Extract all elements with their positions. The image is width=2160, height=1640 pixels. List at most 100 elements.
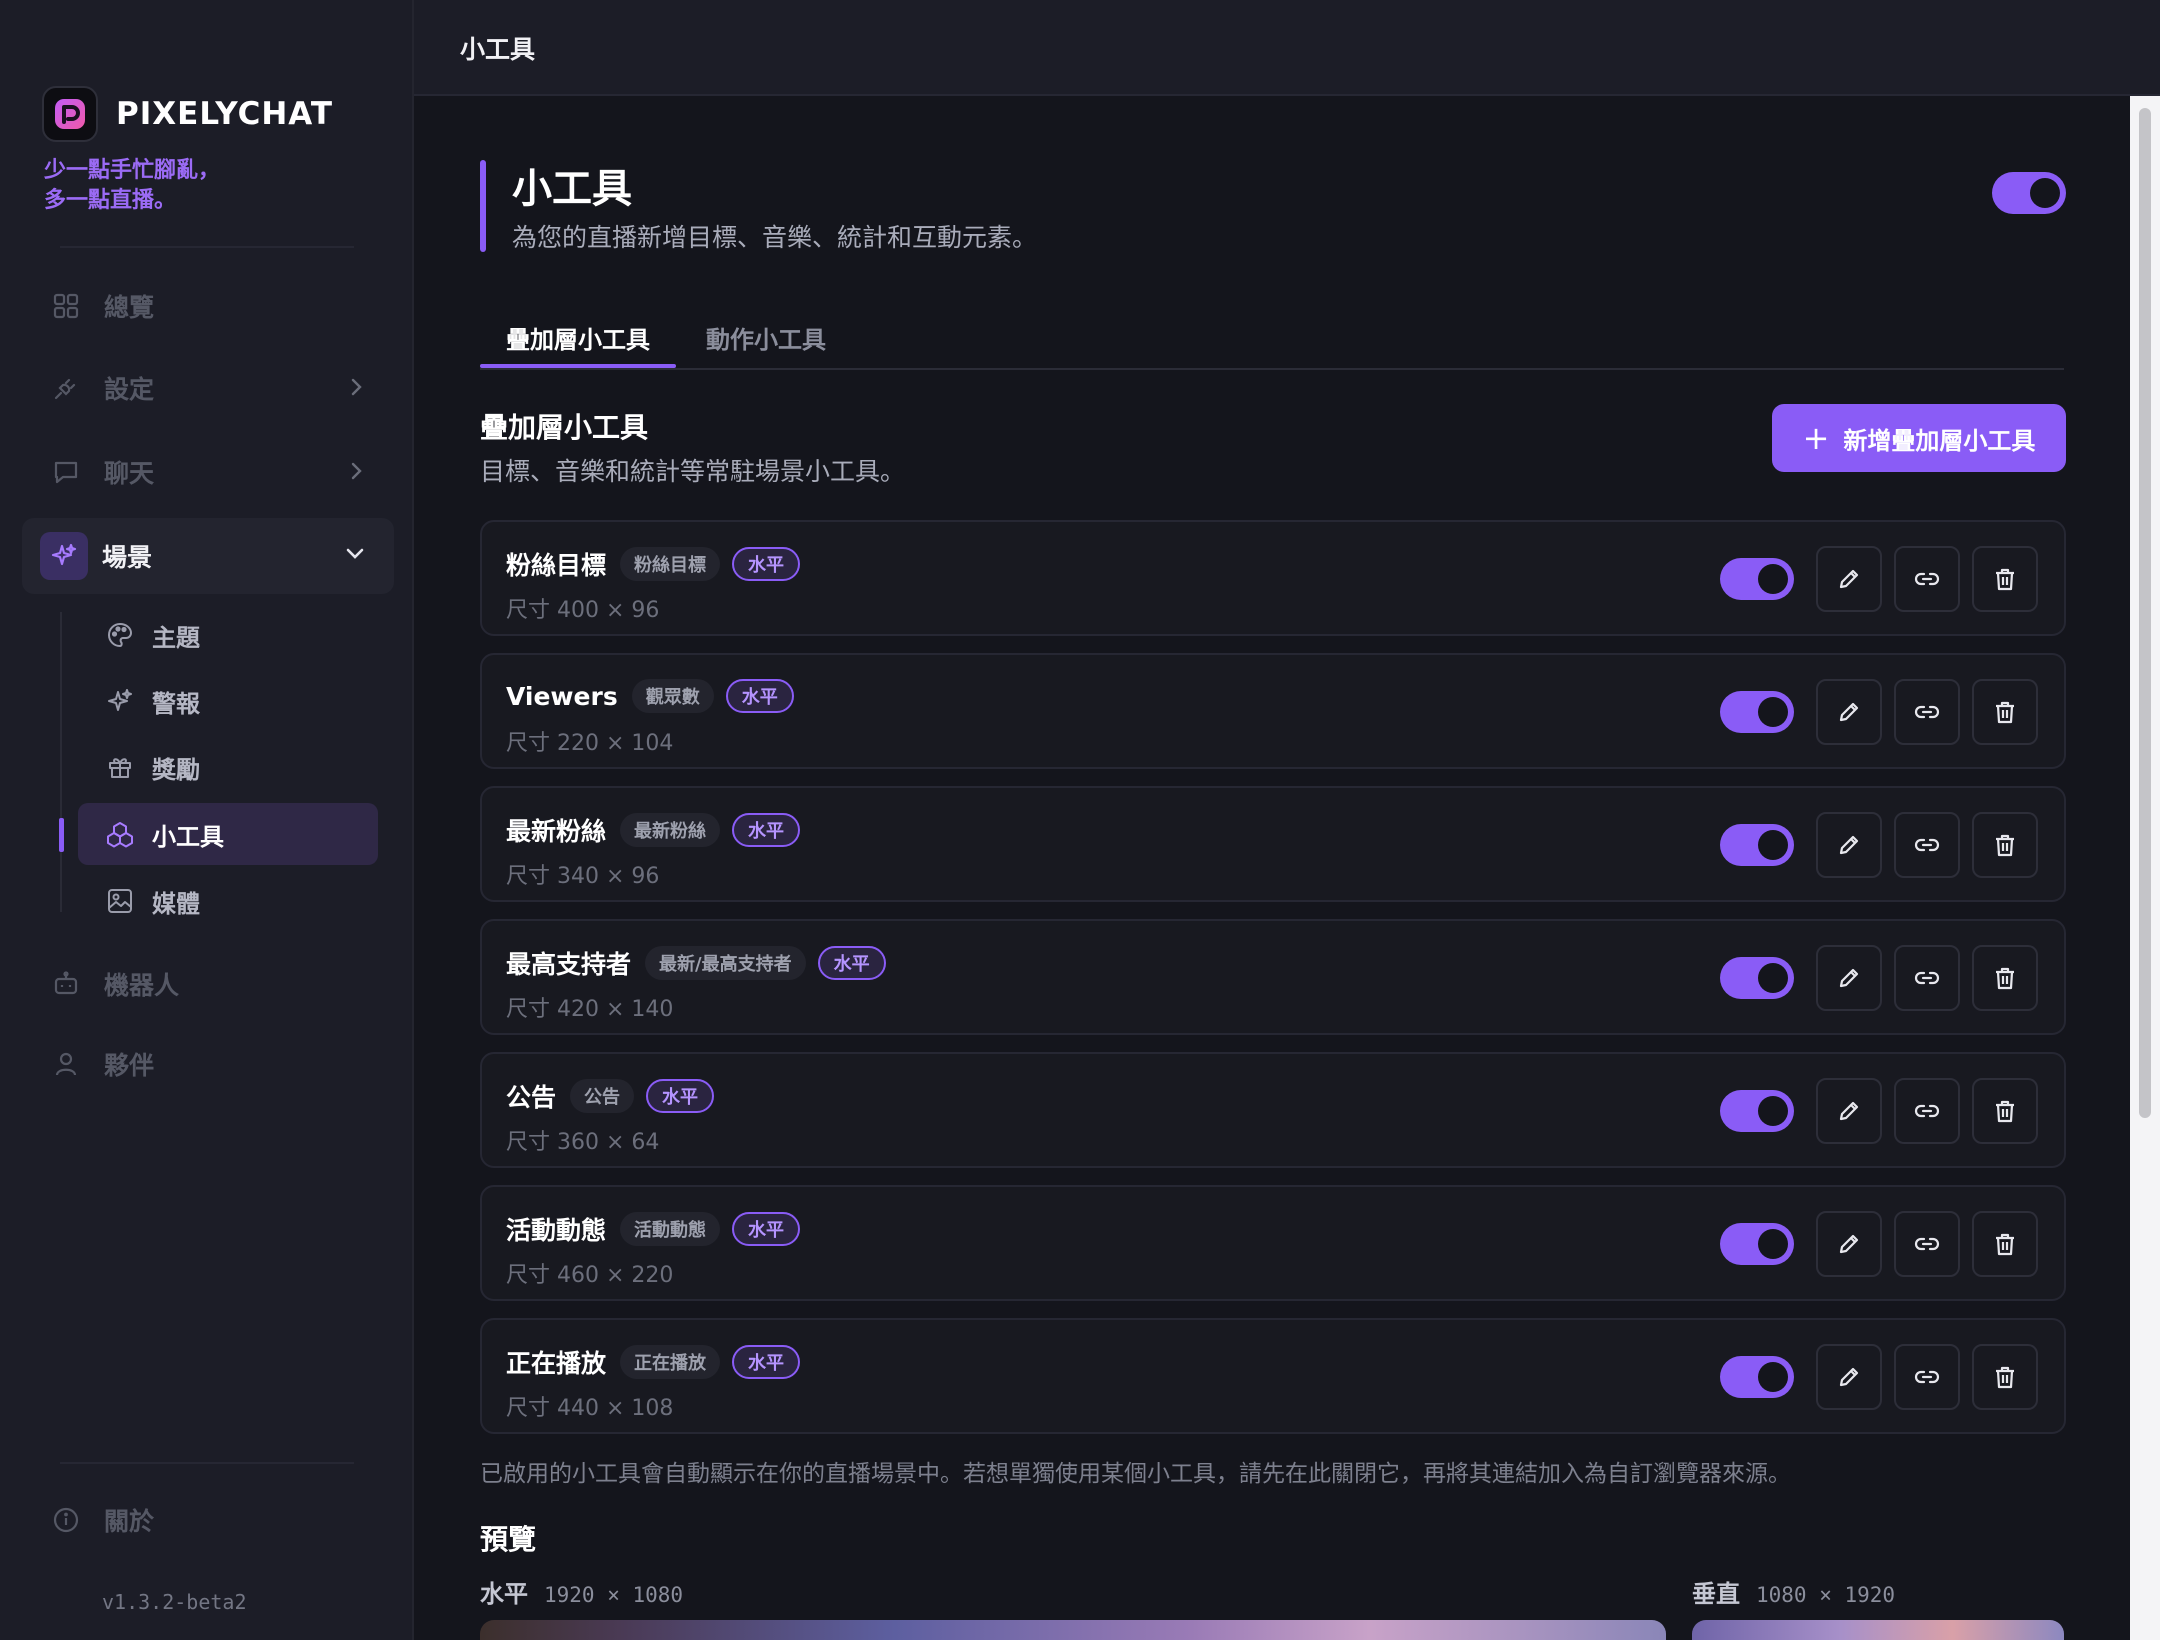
widget-name: Viewers — [506, 681, 618, 711]
title-accent-bar — [480, 160, 486, 252]
sidebar-item-alerts[interactable]: 警報 — [78, 670, 378, 732]
pencil-icon — [1839, 968, 1859, 988]
sidebar-item-label: 媒體 — [152, 889, 200, 918]
nav-label-scenes: 場景 — [102, 543, 153, 572]
sparkles-icon — [96, 677, 144, 725]
widget-name-group: 粉絲目標 粉絲目標 水平 — [506, 546, 801, 582]
widget-orientation-badge: 水平 — [646, 1079, 715, 1113]
widget-enabled-toggle[interactable] — [1720, 1090, 1794, 1132]
edit-widget-button[interactable] — [1816, 546, 1882, 612]
widget-size: 尺寸 420 × 140 — [506, 997, 674, 1022]
preview-horizontal-label: 水平 1920 × 1080 — [480, 1574, 683, 1609]
delete-widget-button[interactable] — [1972, 546, 2038, 612]
trash-icon — [1996, 701, 2014, 724]
grid-icon — [42, 282, 90, 330]
edit-widget-button[interactable] — [1816, 1078, 1882, 1144]
scrollbar-thumb[interactable] — [2139, 108, 2151, 1118]
widget-enabled-toggle[interactable] — [1720, 824, 1794, 866]
copy-link-button[interactable] — [1894, 679, 1960, 745]
widget-enabled-toggle[interactable] — [1720, 957, 1794, 999]
widget-type-badge: 活動動態 — [620, 1212, 721, 1246]
sidebar-item-label: 獎勵 — [152, 755, 200, 784]
breadcrumb-title: 小工具 — [460, 35, 536, 64]
preview-vertical-name: 垂直 — [1692, 1580, 1740, 1608]
copy-link-button[interactable] — [1894, 945, 1960, 1011]
nav-label-partner: 夥伴 — [104, 1051, 155, 1080]
image-icon — [96, 877, 144, 925]
edit-widget-button[interactable] — [1816, 1211, 1882, 1277]
widget-name-group: 最新粉絲 最新粉絲 水平 — [506, 812, 801, 848]
delete-widget-button[interactable] — [1972, 1078, 2038, 1144]
app-logo-icon — [42, 86, 98, 142]
chevron-down-icon — [344, 542, 366, 568]
sidebar-item-themes[interactable]: 主題 — [78, 604, 378, 666]
widget-row: 最新粉絲 最新粉絲 水平 尺寸 340 × 96 — [480, 786, 2066, 902]
widget-row: Viewers 觀眾數 水平 尺寸 220 × 104 — [480, 653, 2066, 769]
nav-item-chat[interactable]: 聊天 — [40, 436, 394, 508]
widget-name-group: Viewers 觀眾數 水平 — [506, 679, 794, 713]
widget-enabled-toggle[interactable] — [1720, 1223, 1794, 1265]
link-icon — [1914, 1104, 1940, 1118]
widget-enabled-toggle[interactable] — [1720, 1356, 1794, 1398]
widget-enabled-toggle[interactable] — [1720, 558, 1794, 600]
nav-item-about[interactable]: 關於 — [40, 1484, 394, 1556]
delete-widget-button[interactable] — [1972, 1344, 2038, 1410]
tab-action-widgets[interactable]: 動作小工具 — [706, 320, 826, 355]
widgets-enabled-toggle[interactable] — [1992, 172, 2066, 214]
nav-label-overview: 總覽 — [104, 293, 155, 322]
sidebar-item-media[interactable]: 媒體 — [78, 870, 378, 932]
widget-enabled-toggle[interactable] — [1720, 691, 1794, 733]
trash-icon — [1996, 568, 2014, 591]
nav-item-settings[interactable]: 設定 — [40, 352, 394, 424]
widget-orientation-badge: 水平 — [817, 946, 886, 980]
nav-item-overview[interactable]: 總覽 — [40, 270, 394, 342]
brand[interactable]: PIXELYCHAT — [42, 86, 333, 142]
widget-type-badge: 最新粉絲 — [620, 813, 721, 847]
edit-widget-button[interactable] — [1816, 945, 1882, 1011]
copy-link-button[interactable] — [1894, 1344, 1960, 1410]
chat-bubble-icon — [42, 448, 90, 496]
widget-name: 最高支持者 — [506, 950, 632, 979]
copy-link-button[interactable] — [1894, 812, 1960, 878]
edit-widget-button[interactable] — [1816, 1344, 1882, 1410]
widget-type-badge: 公告 — [570, 1079, 635, 1113]
widget-size: 尺寸 440 × 108 — [506, 1396, 674, 1421]
preview-vertical-image — [1692, 1620, 2064, 1640]
nav-label-about: 關於 — [104, 1507, 155, 1536]
preview-horizontal-image — [480, 1620, 1666, 1640]
widget-type-badge: 觀眾數 — [631, 679, 714, 713]
trash-icon — [1996, 1366, 2014, 1389]
link-icon — [1914, 705, 1940, 719]
copy-link-button[interactable] — [1894, 546, 1960, 612]
add-overlay-widget-button[interactable]: + 新增疊加層小工具 — [1772, 404, 2066, 472]
widgets-note: 已啟用的小工具會自動顯示在你的直播場景中。若想單獨使用某個小工具，請先在此關閉它… — [480, 1461, 1791, 1487]
copy-link-button[interactable] — [1894, 1078, 1960, 1144]
tagline-line-2: 多一點直播。 — [44, 188, 177, 213]
copy-link-button[interactable] — [1894, 1211, 1960, 1277]
nav-item-scenes[interactable]: 場景 — [22, 518, 394, 594]
edit-widget-button[interactable] — [1816, 812, 1882, 878]
widget-size: 尺寸 400 × 96 — [506, 598, 660, 623]
widget-size: 尺寸 460 × 220 — [506, 1263, 674, 1288]
nav-item-bots[interactable]: 機器人 — [40, 948, 394, 1020]
widget-row: 最高支持者 最新/最高支持者 水平 尺寸 420 × 140 — [480, 919, 2066, 1035]
palette-icon — [96, 611, 144, 659]
sidebar-item-rewards[interactable]: 獎勵 — [78, 736, 378, 798]
nav-item-partner[interactable]: 夥伴 — [40, 1028, 394, 1100]
widget-orientation-badge: 水平 — [732, 1212, 801, 1246]
scrollbar[interactable] — [2130, 96, 2160, 1640]
widget-size: 尺寸 340 × 96 — [506, 864, 660, 889]
tagline-line-1: 少一點手忙腳亂， — [44, 158, 221, 183]
edit-widget-button[interactable] — [1816, 679, 1882, 745]
delete-widget-button[interactable] — [1972, 945, 2038, 1011]
delete-widget-button[interactable] — [1972, 1211, 2038, 1277]
tab-overlay-widgets[interactable]: 疊加層小工具 — [506, 320, 650, 355]
section-title: 疊加層小工具 — [480, 411, 649, 444]
link-icon — [1914, 971, 1940, 985]
tagline: 少一點手忙腳亂， 多一點直播。 — [44, 156, 220, 216]
plug-icon — [42, 364, 90, 412]
delete-widget-button[interactable] — [1972, 679, 2038, 745]
link-icon — [1914, 572, 1940, 586]
delete-widget-button[interactable] — [1972, 812, 2038, 878]
sidebar-item-widgets[interactable]: 小工具 — [78, 803, 378, 865]
